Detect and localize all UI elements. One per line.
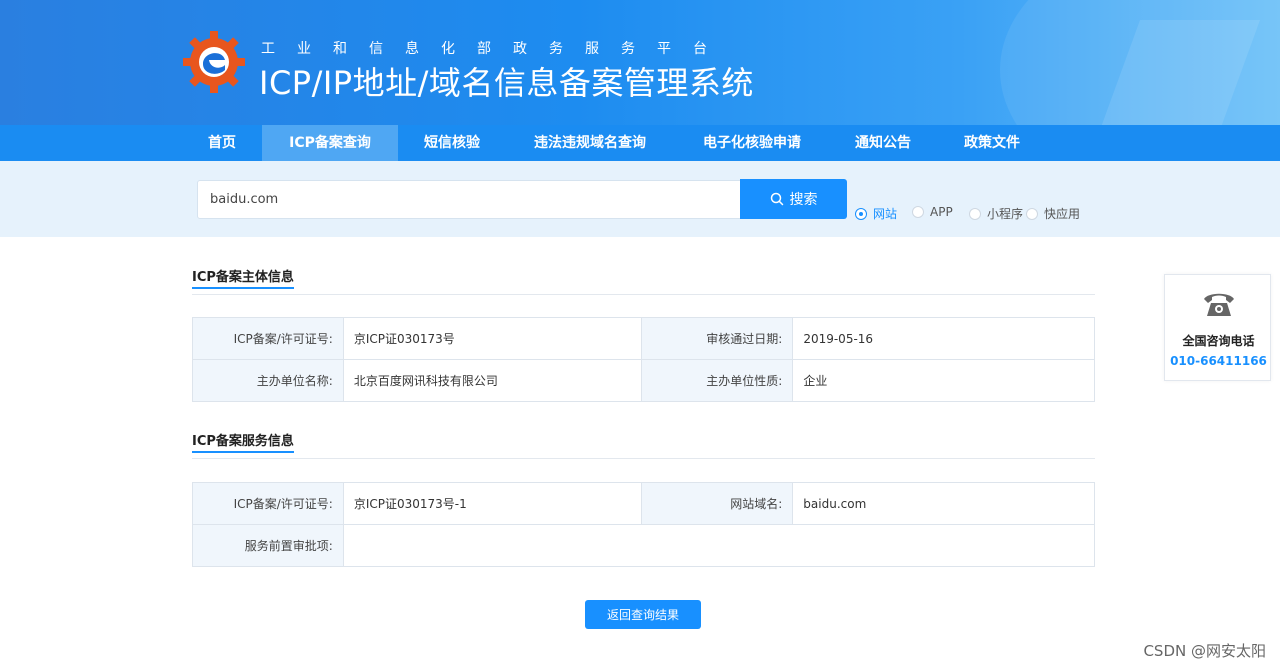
table-row: 服务前置审批项:: [192, 524, 1096, 567]
nav-item-icp-query[interactable]: ICP备案查询: [262, 125, 398, 161]
service-info-table: ICP备案/许可证号: 京ICP证030173号-1 网站域名: baidu.c…: [192, 482, 1096, 567]
section-underline: [192, 451, 294, 453]
radio-label: 快应用: [1044, 207, 1081, 221]
site-header: 工业和信息化部政务服务平台 ICP/IP地址/域名信息备案管理系统: [0, 0, 1280, 125]
value-approval-date: 2019-05-16: [792, 317, 1095, 360]
value-service-license: 京ICP证030173号-1: [342, 482, 643, 525]
radio-dot: [1026, 207, 1038, 220]
label-pre-approval: 服务前置审批项:: [192, 524, 344, 567]
value-domain: baidu.com: [792, 482, 1095, 525]
label-organizer-name: 主办单位名称:: [192, 359, 344, 402]
watermark: CSDN @网安太阳: [1143, 642, 1266, 660]
radio-website[interactable]: 网站: [855, 205, 897, 222]
radio-label: 小程序: [987, 207, 1024, 221]
label-approval-date: 审核通过日期:: [641, 317, 794, 360]
header-subtitle: 工业和信息化部政务服务平台: [261, 41, 729, 57]
label-license-number: ICP备案/许可证号:: [192, 317, 344, 360]
search-band: 搜索 网站 APP 小程序 快应用: [0, 161, 1280, 237]
section-divider: [192, 294, 1095, 295]
label-domain: 网站域名:: [641, 482, 794, 525]
radio-dot: [969, 207, 981, 220]
nav-item-home[interactable]: 首页: [193, 125, 251, 161]
section-underline: [192, 287, 294, 289]
logo-gear-icon: [183, 31, 245, 93]
subject-info-table: ICP备案/许可证号: 京ICP证030173号 审核通过日期: 2019-05…: [192, 317, 1095, 402]
contact-panel: 全国咨询电话 010-66411166: [1164, 274, 1271, 381]
search-icon: [770, 192, 783, 206]
search-button-label: 搜索: [789, 191, 818, 207]
radio-label: APP: [930, 205, 953, 219]
main-nav: 首页 ICP备案查询 短信核验 违法违规域名查询 电子化核验申请 通知公告 政策…: [0, 125, 1280, 161]
nav-item-notices[interactable]: 通知公告: [840, 125, 926, 161]
radio-mini-program[interactable]: 小程序: [969, 205, 1023, 222]
nav-item-illegal-domain-query[interactable]: 违法违规域名查询: [515, 125, 665, 161]
value-organizer-type: 企业: [792, 359, 1095, 402]
section-title-service: ICP备案服务信息: [192, 434, 294, 449]
table-row: ICP备案/许可证号: 京ICP证030173号 审核通过日期: 2019-05…: [192, 317, 1095, 360]
page-title: ICP/IP地址/域名信息备案管理系统: [259, 64, 754, 102]
radio-app[interactable]: APP: [912, 205, 953, 219]
value-pre-approval: [342, 524, 1096, 567]
nav-item-sms-verify[interactable]: 短信核验: [408, 125, 496, 161]
nav-item-electronic-verify[interactable]: 电子化核验申请: [686, 125, 818, 161]
table-row: ICP备案/许可证号: 京ICP证030173号-1 网站域名: baidu.c…: [192, 482, 1095, 525]
section-title-subject: ICP备案主体信息: [192, 270, 294, 285]
search-button[interactable]: 搜索: [740, 179, 847, 219]
search-input[interactable]: [197, 180, 741, 219]
value-organizer-name: 北京百度网讯科技有限公司: [342, 359, 643, 402]
section-divider: [192, 458, 1095, 459]
value-license-number: 京ICP证030173号: [342, 317, 643, 360]
contact-label: 全国咨询电话: [1182, 334, 1255, 348]
table-row: 主办单位名称: 北京百度网讯科技有限公司 主办单位性质: 企业: [192, 359, 1095, 402]
radio-label: 网站: [873, 207, 898, 221]
radio-dot: [855, 207, 867, 220]
nav-item-policy-docs[interactable]: 政策文件: [949, 125, 1035, 161]
telephone-icon: [1204, 293, 1234, 316]
label-organizer-type: 主办单位性质:: [641, 359, 794, 402]
radio-dot: [912, 206, 924, 218]
contact-phone: 010-66411166: [1170, 354, 1267, 368]
label-service-license: ICP备案/许可证号:: [192, 482, 344, 525]
back-to-results-button[interactable]: 返回查询结果: [585, 600, 701, 629]
radio-quick-app[interactable]: 快应用: [1026, 205, 1080, 222]
